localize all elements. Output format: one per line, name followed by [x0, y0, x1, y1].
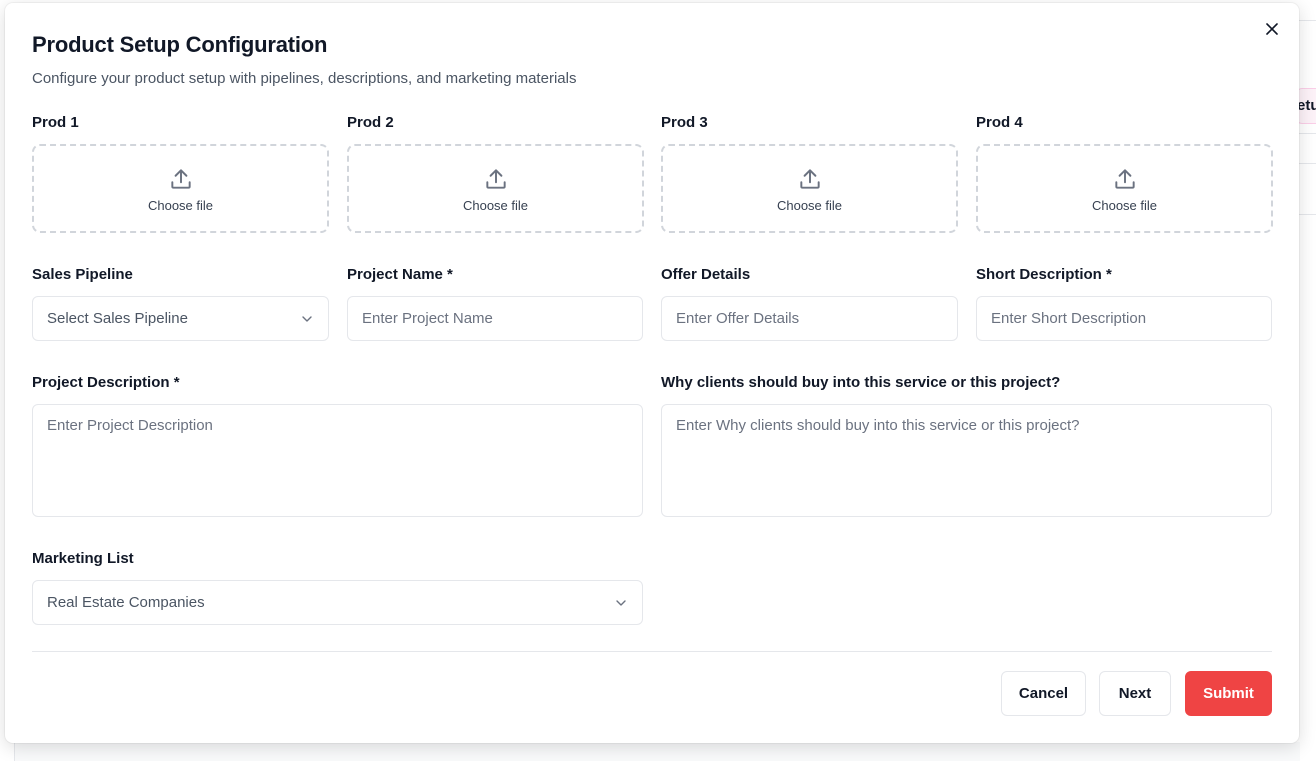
offer-details-input[interactable]	[661, 296, 958, 341]
short-description-input[interactable]	[976, 296, 1272, 341]
project-description-label: Project Description *	[32, 374, 180, 391]
choose-file-text: Choose file	[462, 198, 529, 213]
choose-file-text: Choose file	[147, 198, 214, 213]
prod-4-upload-button[interactable]: Choose file	[976, 144, 1273, 233]
prod-2-label: Prod 2	[347, 114, 394, 131]
choose-file-text: Choose file	[776, 198, 843, 213]
sales-pipeline-select-value: Select Sales Pipeline	[47, 310, 188, 327]
marketing-list-select-value: Real Estate Companies	[47, 594, 205, 611]
why-clients-label: Why clients should buy into this service…	[661, 374, 1061, 391]
sales-pipeline-select[interactable]: Select Sales Pipeline	[32, 296, 329, 341]
upload-icon	[1114, 169, 1135, 189]
project-name-label: Project Name *	[347, 266, 453, 283]
background-strip	[14, 742, 1300, 761]
background-badge: etu	[1296, 88, 1316, 124]
prod-1-label: Prod 1	[32, 114, 79, 131]
short-description-label: Short Description *	[976, 266, 1112, 283]
background-badge-text: etu	[1297, 97, 1316, 114]
why-clients-textarea[interactable]	[661, 404, 1272, 517]
offer-details-label: Offer Details	[661, 266, 751, 283]
prod-1-upload-button[interactable]: Choose file	[32, 144, 329, 233]
submit-button[interactable]: Submit	[1185, 671, 1272, 716]
close-icon	[1266, 23, 1278, 35]
project-description-textarea[interactable]	[32, 404, 643, 517]
prod-3-label: Prod 3	[661, 114, 708, 131]
choose-file-text: Choose file	[1091, 198, 1158, 213]
project-name-input[interactable]	[347, 296, 643, 341]
chevron-down-icon	[616, 600, 626, 606]
prod-4-label: Prod 4	[976, 114, 1023, 131]
marketing-list-label: Marketing List	[32, 550, 134, 567]
product-setup-dialog: Product Setup Configuration Configure yo…	[5, 3, 1299, 743]
upload-icon	[799, 169, 820, 189]
marketing-list-select[interactable]: Real Estate Companies	[32, 580, 643, 625]
prod-2-upload-button[interactable]: Choose file	[347, 144, 644, 233]
next-button[interactable]: Next	[1099, 671, 1171, 716]
cancel-button[interactable]: Cancel	[1001, 671, 1086, 716]
footer-divider	[32, 651, 1272, 652]
dialog-title: Product Setup Configuration	[32, 32, 328, 57]
upload-icon	[170, 169, 191, 189]
close-button[interactable]	[1261, 18, 1283, 40]
chevron-down-icon	[302, 316, 312, 322]
dialog-subtitle: Configure your product setup with pipeli…	[32, 70, 577, 87]
upload-icon	[485, 169, 506, 189]
sales-pipeline-label: Sales Pipeline	[32, 266, 133, 283]
prod-3-upload-button[interactable]: Choose file	[661, 144, 958, 233]
